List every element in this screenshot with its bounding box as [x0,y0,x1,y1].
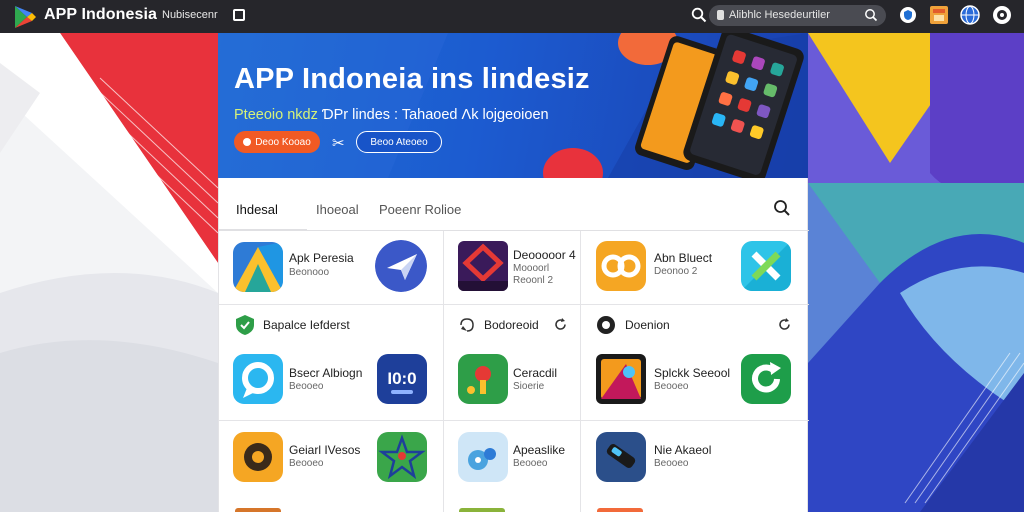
app-subtitle: Beooeo [289,381,324,392]
app-icon-star-map[interactable] [377,432,427,482]
app-icon-deooooor[interactable] [458,241,508,291]
divider [219,304,809,305]
share-icon[interactable]: ✂ [332,134,345,152]
play-logo-icon[interactable] [12,4,38,30]
hero-primary-button-label: Deoo Kooao [255,136,311,148]
app-icon-nie-akaeol[interactable] [596,432,646,482]
app-subtitle: Beooeo [289,458,324,469]
app-icon-ceracdil[interactable] [458,354,508,404]
refresh-icon[interactable] [777,317,792,332]
globe-icon[interactable] [960,5,980,25]
hero-secondary-button[interactable]: Beoo Ateoeo [356,131,442,153]
app-icon-apeaslike[interactable] [458,432,508,482]
app-name[interactable]: Apeaslike [513,443,565,457]
app-icon-geiarl-ivesos[interactable] [233,432,283,482]
lock-icon [717,10,724,20]
refresh-icon[interactable] [553,317,568,332]
search-input[interactable]: Alibhlc Hesedeurtiler [709,5,886,26]
app-subtitle: Sioerie [513,381,545,392]
app-name[interactable]: Apk Peresia [289,251,354,265]
app-subtitle: Beooeo [654,458,689,469]
tab-poeenr-rolioe[interactable]: Poeenr Rolioe [379,202,461,217]
hero-illustration [218,33,808,178]
app-name[interactable]: Geiarl IVesos [289,443,360,457]
nav-link[interactable]: Nubisecenr [162,9,218,21]
camera-icon [597,316,615,334]
search-icon[interactable] [773,199,791,217]
section-title: Doenion [625,318,670,332]
tab-ihoeoal[interactable]: Ihoeoal [316,202,359,217]
app-icon-x-tools[interactable] [741,241,791,291]
app-name[interactable]: Deooooor 4 [513,248,576,262]
app-name[interactable]: Splckk Seeool [654,366,730,380]
app-subtitle: Beonooo [289,267,330,278]
divider [443,231,444,512]
tab-ihdesal[interactable]: Ihdesal [236,202,278,217]
hero-subtitle-text: ƊPr lindes : Tahaoed Ʌk lojgeoioen [317,107,549,123]
svg-text:I0:0: I0:0 [387,369,416,388]
paper-plane-icon[interactable] [375,240,427,292]
app-name[interactable]: Bsecr Albiogn [289,366,362,380]
app-subtitle: Beooeo [654,381,689,392]
search-input-text: Alibhlc Hesedeurtiler [729,9,830,21]
dot-icon [243,138,252,146]
hero-subtitle-accent: Pteeoio nkdz [234,107,318,123]
shield-icon [236,315,254,335]
hero-title: APP Indoneia ins lindesiz [234,63,590,95]
section-title: Bapalce Iefderst [263,318,350,332]
app-subtitle: Beooeo [513,458,548,469]
app-icon-apk-peresia[interactable] [233,242,283,292]
search-icon[interactable] [864,8,878,22]
divider [580,231,581,512]
app-icon-partial [459,508,505,512]
app-icon-ioio[interactable]: I0:0 [377,354,427,404]
app-name[interactable]: Nie Akaeol [654,443,711,457]
tab-indicator [219,229,307,231]
app-icon-abn-bluect[interactable] [596,241,646,291]
app-subtitle: Moooorl [513,263,550,274]
app-icon-bsecr-albiogn[interactable] [233,354,283,404]
top-bar: APP Indonesia Nubisecenr Alibhlc Hesedeu… [0,0,1024,33]
search-icon[interactable] [691,7,707,23]
tab-bar: Ihdesal Ihoeoal Poeenr Rolioe [219,178,809,231]
settings-icon[interactable] [992,5,1012,25]
app-icon-partial [235,508,281,512]
app-icon-refresh-green[interactable] [741,354,791,404]
app-subtitle: Reoonl 2 [513,275,554,286]
hero-primary-button[interactable]: Deoo Kooao [234,131,320,153]
shield-icon[interactable] [899,6,917,24]
app-subtitle: Deonoo 2 [654,266,698,277]
app-name[interactable]: Abn Bluect [654,251,712,265]
hero-subtitle: Pteeoio nkdz ƊPr lindes : Tahaoed Ʌk loj… [234,107,549,123]
section-title: Bodoreoid [484,318,539,332]
app-icon-partial [597,508,643,512]
hero-secondary-button-label: Beoo Ateoeo [370,136,428,148]
app-list-panel: Ihdesal Ihoeoal Poeenr Rolioe Apk Peresi… [218,178,809,512]
app-brand-title[interactable]: APP Indonesia [44,6,157,24]
app-icon-splckk-seeool[interactable] [596,354,646,404]
window-icon[interactable] [233,9,245,21]
shop-icon[interactable] [930,6,948,24]
hero-banner: APP Indoneia ins lindesiz Pteeoio nkdz Ɗ… [218,33,808,178]
refresh-icon [460,318,474,332]
divider [219,420,809,421]
app-name[interactable]: Ceracdil [513,366,557,380]
